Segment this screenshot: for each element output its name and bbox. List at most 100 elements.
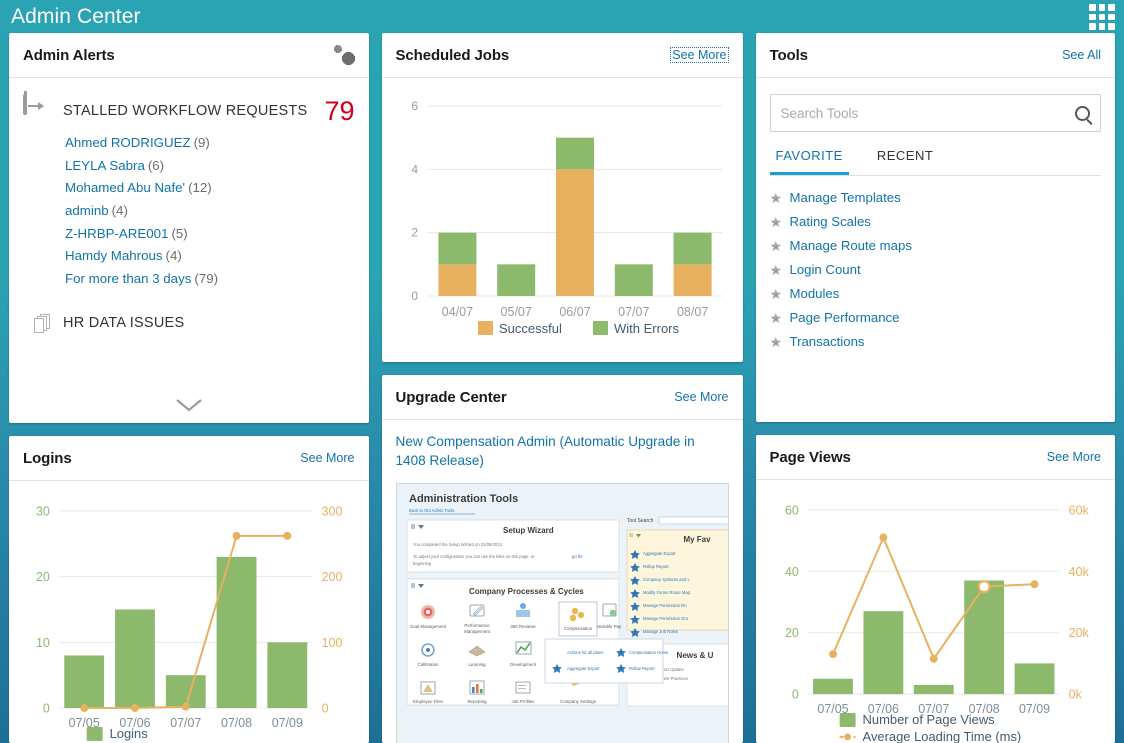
tab-recent[interactable]: RECENT [871,148,939,175]
list-item[interactable]: adminb (4) [65,202,355,219]
alert-user-link[interactable]: For more than 3 days [65,271,191,286]
alert-user-count: (4) [111,202,128,218]
svg-text:Modify Forms Route Map: Modify Forms Route Map [643,590,691,595]
search-input[interactable] [780,105,1075,121]
tool-item[interactable]: ★ Modules [770,286,1102,301]
list-item[interactable]: Mohamed Abu Nafe' (12) [65,180,355,196]
svg-text:Number of Page Views: Number of Page Views [862,712,994,727]
tool-label[interactable]: Manage Templates [790,190,901,205]
svg-text:04/07: 04/07 [441,305,472,319]
svg-text:Employee Files: Employee Files [412,699,443,704]
search-tools-box[interactable] [769,94,1101,132]
svg-text:10: 10 [36,636,50,650]
card-upgrade-center: Upgrade Center See More New Compensation… [381,375,743,743]
list-item[interactable]: LEYLA Sabra (6) [65,158,355,174]
alert-user-link[interactable]: adminb [65,203,109,218]
svg-text:06/07: 06/07 [559,305,590,319]
see-more-link[interactable]: See More [1047,450,1101,464]
alert-user-link[interactable]: Hamdy Mahrous [65,248,163,263]
alert-user-count: (12) [188,180,212,196]
grid-3x3-icon[interactable] [1089,4,1115,30]
svg-text:go thr: go thr [572,554,583,559]
tool-label[interactable]: Page Performance [790,310,900,325]
alert-user-link[interactable]: Mohamed Abu Nafe' [65,180,185,195]
card-title: Page Views [769,448,851,466]
tool-item[interactable]: ★ Rating Scales [770,214,1102,229]
alert-user-count: (4) [165,248,182,264]
list-item[interactable]: Z-HRBP-ARE001 (5) [65,225,355,242]
tool-label[interactable]: Modules [790,286,840,301]
card-header: Tools See All [755,33,1115,78]
alert-stalled-workflow[interactable]: STALLED WORKFLOW REQUESTS 79 [23,94,355,126]
tool-label[interactable]: Transactions [790,334,865,349]
alert-user-count: (79) [194,270,219,286]
alert-label: HR DATA ISSUES [63,315,185,332]
svg-text:30: 30 [36,504,50,518]
tool-item[interactable]: ★ Transactions [770,334,1102,349]
alert-user-link[interactable]: Ahmed RODRIGUEZ [65,135,191,150]
card-body: 0 0k 20 20k 40 40k 60 60k 07/05 07/06 07/07 07/08 07… [756,480,1116,743]
svg-text:Company Settings: Company Settings [560,699,597,704]
svg-text:4: 4 [411,162,418,176]
svg-text:You completed the Setup Wizard: You completed the Setup Wizard on 01/08/… [413,542,502,547]
svg-text:Manage Permission Ro: Manage Permission Ro [643,603,687,608]
card-header: Upgrade Center See More [381,375,743,420]
tool-item[interactable]: ★ Manage Route maps [770,238,1102,253]
svg-text:To adjust your configuration y: To adjust your configuration you can use… [413,554,535,559]
list-item[interactable]: Hamdy Mahrous (4) [65,248,355,264]
list-item[interactable]: For more than 3 days (79) [65,270,355,287]
tool-item[interactable]: ★ Login Count [770,262,1102,277]
preview-processes: Company Processes & Cycles [469,587,584,596]
settings-gear-icon[interactable] [333,45,355,65]
star-icon: ★ [769,309,783,326]
card-header: Admin Alerts [9,33,369,78]
chevron-down-icon[interactable] [9,397,369,413]
dashboard-board: Admin Alerts STALLED WORKFLOW REQUESTS 7… [0,33,1124,743]
card-title: Upgrade Center [395,388,507,406]
tool-label[interactable]: Login Count [790,262,861,277]
see-more-link[interactable]: See More [300,451,354,465]
list-item[interactable]: Ahmed RODRIGUEZ (9) [65,135,355,151]
svg-text:Company Systems and L: Company Systems and L [643,577,690,582]
tool-item[interactable]: ★ Page Performance [770,310,1102,325]
svg-text:Development: Development [510,662,537,667]
card-title: Tools [769,46,808,64]
upgrade-item-link[interactable]: New Compensation Admin (Automatic Upgrad… [396,433,729,471]
svg-text:Manage Permission Gro: Manage Permission Gro [643,616,689,621]
svg-text:300: 300 [322,504,343,518]
column-left: Admin Alerts STALLED WORKFLOW REQUESTS 7… [9,33,369,743]
alert-user-count: (9) [193,135,210,150]
card-tools: Tools See All FAVORITE RECENT ★ Manage T… [755,33,1116,422]
card-body: FAVORITE RECENT ★ Manage Templates ★ Rat… [756,78,1116,422]
tool-label[interactable]: Manage Route maps [790,238,912,253]
alert-user-link[interactable]: Z-HRBP-ARE001 [65,226,168,241]
tool-item[interactable]: ★ Manage Templates [770,190,1102,205]
card-title: Scheduled Jobs [395,46,510,64]
preview-news: News & U [676,651,713,660]
see-more-link[interactable]: See More [670,47,729,63]
stalled-workflow-list: Ahmed RODRIGUEZ (9) LEYLA Sabra (6) Mohame… [65,135,355,287]
svg-text:Manage Job Roles: Manage Job Roles [643,629,678,634]
star-icon: ★ [769,285,783,302]
svg-text:200: 200 [322,570,343,584]
svg-text:40: 40 [784,565,798,579]
see-all-link[interactable]: See All [1062,48,1101,62]
card-body: STALLED WORKFLOW REQUESTS 79 Ahmed RODRI… [9,78,369,423]
svg-text:Goal Management: Goal Management [409,624,446,629]
see-more-link[interactable]: See More [674,390,728,404]
alert-hr-data-issues[interactable]: HR DATA ISSUES [23,308,355,338]
tab-favorite[interactable]: FAVORITE [769,148,849,175]
scheduled-jobs-chart: 0 2 4 6 04/07 05/07 06/07 07/07 08/07 Successful W… [382,78,743,361]
svg-text:beginning: beginning [413,561,432,566]
preview-tool-search: Tool Search [627,518,654,524]
preview-my-fav: My Fav [683,535,711,544]
tools-tabs: FAVORITE RECENT [769,148,1101,176]
logins-chart: 0 0 10 100 20 200 30 300 07/05 07/06 07/07 07/08 07/… [9,481,369,743]
alert-user-link[interactable]: LEYLA Sabra [65,158,145,173]
svg-text:Actions for all plans: Actions for all plans [567,650,603,655]
tools-list: ★ Manage Templates ★ Rating Scales ★ Man… [770,190,1102,349]
magnifier-icon[interactable] [1075,105,1090,121]
alert-user-count: (5) [171,225,188,241]
upgrade-preview-screenshot[interactable]: .pv-h { font: bold 11px "Liberation Sans… [395,482,729,743]
tool-label[interactable]: Rating Scales [790,214,871,229]
